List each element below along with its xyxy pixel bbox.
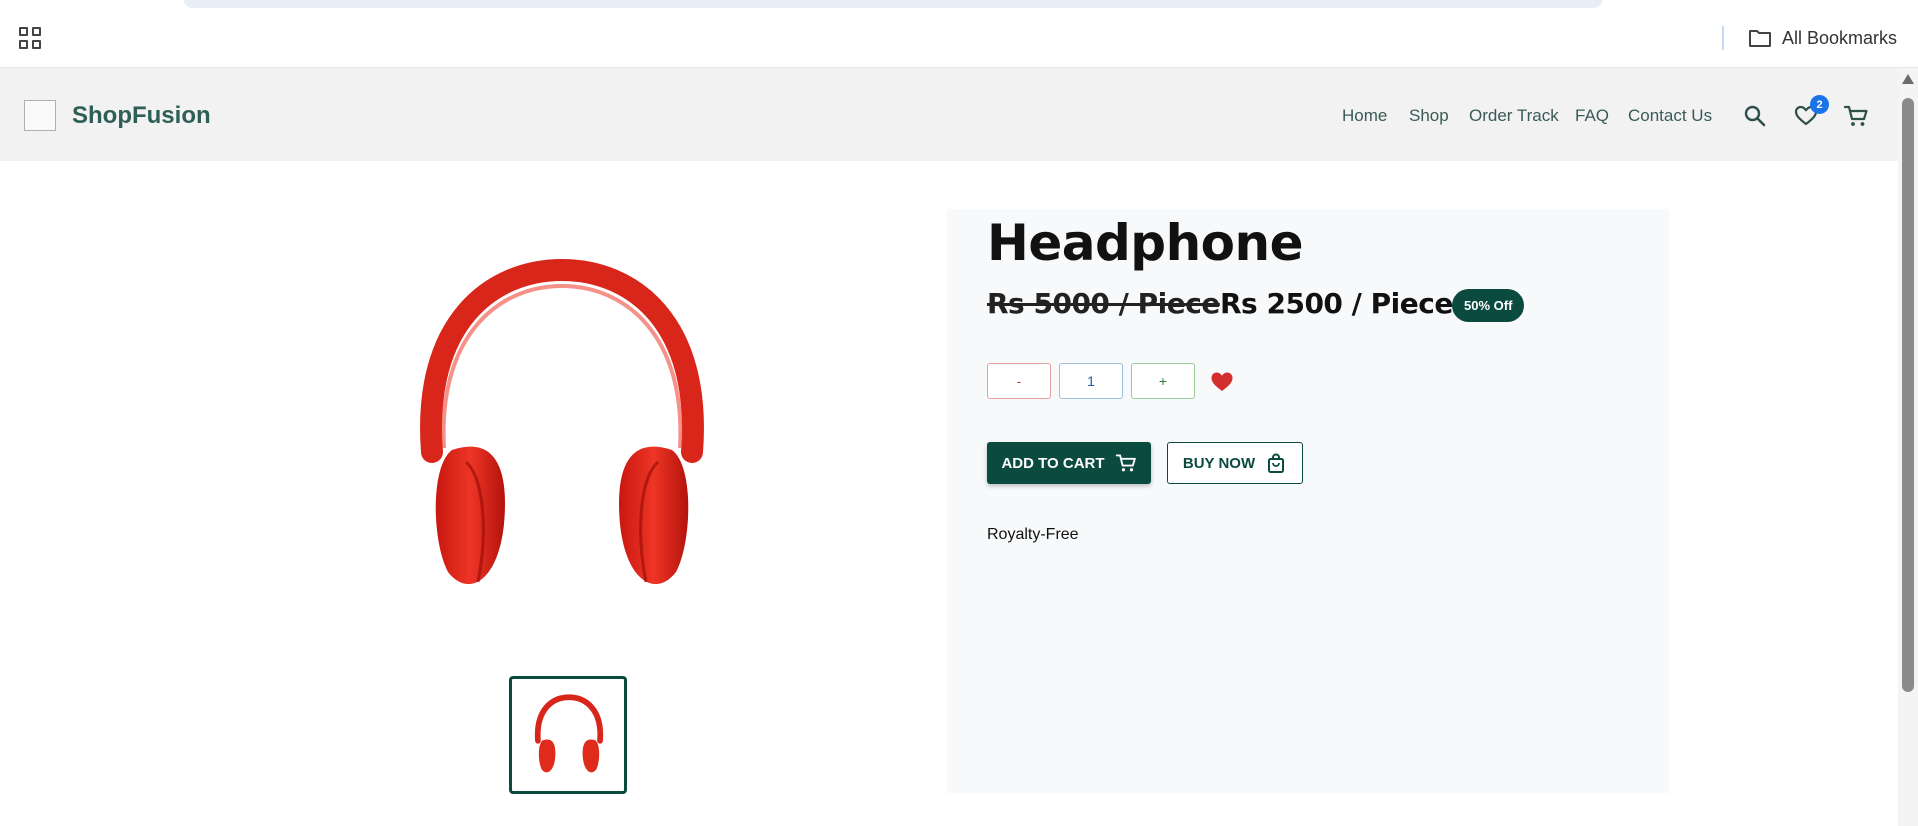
add-to-cart-button[interactable]: ADD TO CART — [987, 442, 1151, 484]
search-icon[interactable] — [1742, 103, 1768, 129]
all-bookmarks-button[interactable]: All Bookmarks — [1748, 26, 1897, 50]
apps-grid-icon[interactable] — [19, 27, 41, 49]
old-price: Rs 5000 / Piece — [987, 287, 1220, 320]
cart-icon[interactable] — [1843, 103, 1869, 129]
bookmarks-bar: All Bookmarks — [0, 0, 1918, 68]
discount-badge: 50% Off — [1452, 289, 1525, 322]
add-to-cart-label: ADD TO CART — [1001, 454, 1105, 472]
nav-contact-us[interactable]: Contact Us — [1628, 106, 1712, 126]
product-thumbnail[interactable] — [509, 676, 627, 794]
bookmarks-separator — [1722, 26, 1724, 50]
quantity-decrease-button[interactable]: - — [987, 363, 1051, 399]
brand-name[interactable]: ShopFusion — [72, 102, 211, 130]
buy-now-label: BUY NOW — [1182, 454, 1256, 472]
thumbnail-image — [534, 694, 604, 773]
heart-filled-icon[interactable] — [1210, 370, 1234, 392]
cart-icon — [1115, 454, 1136, 472]
page-scrollbar[interactable] — [1898, 68, 1918, 826]
new-price: Rs 2500 / Piece — [1220, 287, 1453, 320]
buy-now-button[interactable]: BUY NOW — [1167, 442, 1303, 484]
product-title: Headphone — [987, 214, 1304, 272]
product-description: Royalty-Free — [987, 526, 1079, 543]
site-header: ShopFusion — [0, 68, 1898, 161]
nav-faq[interactable]: FAQ — [1575, 106, 1609, 126]
wishlist-count-badge: 2 — [1810, 95, 1829, 114]
nav-home[interactable]: Home — [1342, 106, 1387, 126]
quantity-increase-button[interactable]: + — [1131, 363, 1195, 399]
nav-order-track[interactable]: Order Track — [1469, 106, 1559, 126]
all-bookmarks-label: All Bookmarks — [1782, 27, 1898, 48]
product-main-image — [420, 258, 704, 585]
shopping-bag-icon — [1268, 453, 1285, 473]
quantity-value[interactable]: 1 — [1059, 363, 1123, 399]
folder-icon — [1749, 30, 1771, 47]
scroll-thumb[interactable] — [1902, 98, 1914, 692]
scroll-up-arrow-icon[interactable] — [1902, 74, 1914, 84]
logo-image[interactable] — [24, 100, 56, 131]
address-bar[interactable] — [183, 0, 1603, 8]
nav-shop[interactable]: Shop — [1409, 106, 1449, 126]
